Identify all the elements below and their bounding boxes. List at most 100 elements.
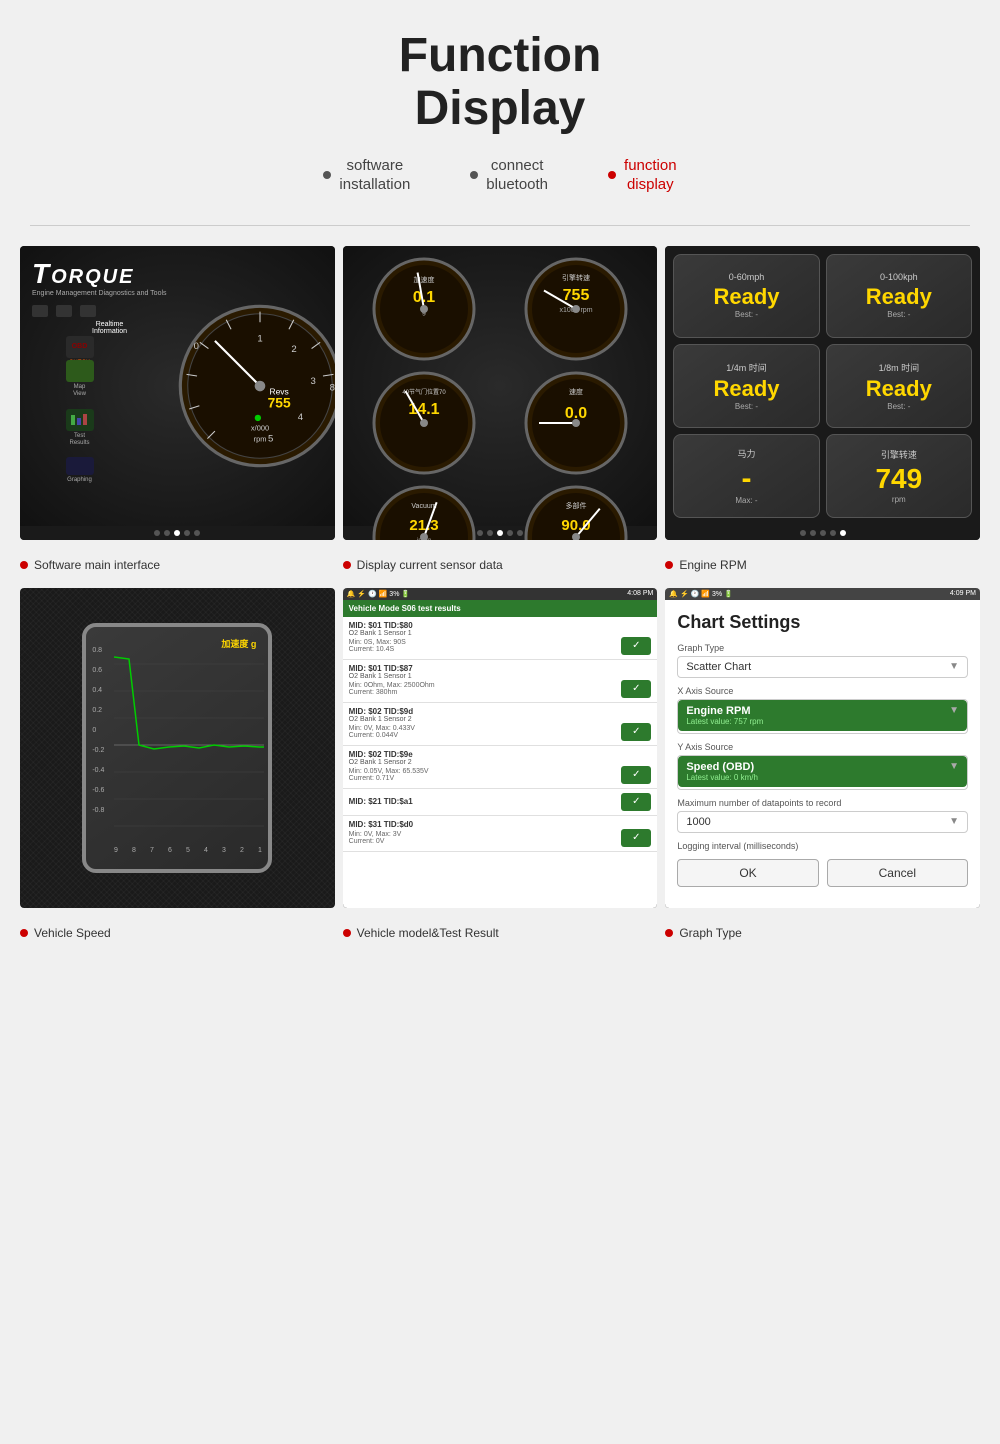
- obd-mid-5: MID: $31 TID:$d0: [349, 820, 652, 829]
- obd-icon: OBD: [66, 336, 94, 358]
- graph-label: Graphing: [67, 477, 92, 484]
- y-axis-label: Y Axis Source: [677, 742, 968, 752]
- max-points-dropdown[interactable]: 1000 ▼: [677, 811, 968, 833]
- label-text-6: Graph Type: [679, 926, 741, 940]
- dot-5: [840, 530, 846, 536]
- bottom-labels-row: Vehicle Speed Vehicle model&Test Result …: [0, 918, 1000, 956]
- obd-mid-1: MID: $01 TID:$87: [349, 664, 652, 673]
- svg-text:4: 4: [297, 412, 303, 423]
- check-btn-1: ✓: [621, 680, 651, 698]
- obd-values-3: Min: 0.05V, Max: 65.535VCurrent: 0.71V: [349, 768, 429, 782]
- ok-button[interactable]: OK: [677, 859, 818, 887]
- dot-3: [174, 530, 180, 536]
- check-btn-2: ✓: [621, 723, 651, 741]
- chart-status-time: 4:09 PM: [950, 590, 976, 598]
- perf-value-1: Ready: [866, 284, 932, 310]
- bottom-screenshots-grid: 加速度 g 0.80.60.40.20-0.2-0.4-0.6-0.8: [0, 588, 1000, 908]
- chart-settings-body: Chart Settings Graph Type Scatter Chart …: [665, 600, 980, 899]
- svg-text:7: 7: [150, 847, 154, 854]
- perf-sub-1: Best: -: [887, 310, 910, 319]
- y-axis-value: Speed (OBD): [686, 761, 754, 773]
- dot-1: [154, 530, 160, 536]
- label-text-4: Vehicle Speed: [34, 926, 111, 940]
- obd-values-0: Min: 0S, Max: 90SCurrent: 10.4S: [349, 639, 406, 653]
- icon-car: [56, 305, 72, 317]
- svg-text:0.1: 0.1: [413, 289, 435, 306]
- obd-item-0: MID: $01 TID:$80 O2 Bank 1 Sensor 1 Min:…: [343, 617, 658, 660]
- obd-sensor-3: O2 Bank 1 Sensor 2: [349, 759, 652, 766]
- step-dot-2: [470, 171, 478, 179]
- torque-logo: Torque: [32, 258, 323, 290]
- svg-text:755: 755: [562, 287, 589, 304]
- obd-mid-3: MID: $02 TID:$9e: [349, 750, 652, 759]
- gauge-grid: 加速度 0.1 g 引擎转速 755 x1000 rpm: [343, 246, 658, 526]
- dot-2: [164, 530, 170, 536]
- obd-sensor-2: O2 Bank 1 Sensor 2: [349, 716, 652, 723]
- chart-settings-title: Chart Settings: [677, 612, 968, 633]
- x-axis-arrow: ▼: [949, 705, 959, 716]
- x-axis-container: Engine RPM ▼ Latest value: 757 rpm: [677, 699, 968, 734]
- chart-header-bar: 🔔 ⚡ 🕐 📶 3% 🔋 4:09 PM: [665, 588, 980, 600]
- graph-type-value: Scatter Chart: [686, 661, 751, 673]
- graph-icon: [66, 457, 94, 475]
- label-graph-type: Graph Type: [665, 926, 980, 940]
- top-labels-row: Software main interface Display current …: [0, 550, 1000, 588]
- big-rpm-gauge: 1 2 3 4 5 Revs 755 x/000 rpm 8: [175, 301, 335, 471]
- svg-text:8: 8: [132, 847, 136, 854]
- gauge-engine-rpm: 引擎转速 755 x1000 rpm: [502, 254, 649, 364]
- dot-4: [830, 530, 836, 536]
- graph-type-dropdown[interactable]: Scatter Chart ▼: [677, 656, 968, 678]
- perf-sub-2: Best: -: [735, 402, 758, 411]
- perf-grid: 0-60mph Ready Best: - 0-100kph Ready Bes…: [665, 246, 980, 526]
- label-text-2: Display current sensor data: [357, 558, 503, 572]
- label-text-1: Software main interface: [34, 558, 160, 572]
- svg-text:9: 9: [114, 847, 118, 854]
- label-dot-5: [343, 929, 351, 937]
- obd-status-bar: 🔔 ⚡ 🕐 📶 3% 🔋 4:08 PM: [343, 588, 658, 600]
- check-btn-4: ✓: [621, 793, 651, 811]
- label-dot-6: [665, 929, 673, 937]
- svg-text:1: 1: [258, 847, 262, 854]
- svg-text:1: 1: [257, 333, 262, 344]
- label-vehicle-model: Vehicle model&Test Result: [343, 926, 658, 940]
- y-axis-arrow: ▼: [949, 761, 959, 772]
- dot-4: [184, 530, 190, 536]
- gauge-speed: 速度 0.0: [502, 368, 649, 478]
- x-axis-sub: Latest value: 757 rpm: [686, 717, 959, 726]
- obd-values-2: Min: 0V, Max: 0.433VCurrent: 0.044V: [349, 725, 415, 739]
- y-axis-dropdown[interactable]: Speed (OBD) ▼ Latest value: 0 km/h: [678, 756, 967, 787]
- step-connect-bluetooth: connectbluetooth: [470, 156, 548, 195]
- step-label-1: softwareinstallation: [339, 156, 410, 195]
- label-dot-2: [343, 561, 351, 569]
- svg-text:6: 6: [168, 847, 172, 854]
- svg-text:引擎转速: 引擎转速: [562, 273, 590, 282]
- cancel-button[interactable]: Cancel: [827, 859, 968, 887]
- svg-text:2: 2: [291, 344, 296, 355]
- x-axis-dropdown[interactable]: Engine RPM ▼ Latest value: 757 rpm: [678, 700, 967, 731]
- svg-text:40节气门位置70: 40节气门位置70: [403, 388, 447, 396]
- graph-type-label: Graph Type: [677, 643, 968, 653]
- page-header: Function Display softwareinstallation co…: [0, 0, 1000, 215]
- max-points-arrow: ▼: [949, 816, 959, 827]
- test-label: TestResults: [70, 433, 90, 447]
- perf-sub-3: Best: -: [887, 402, 910, 411]
- svg-text:755: 755: [267, 394, 290, 410]
- torque-panel: Torque Engine Management Diagnostics and…: [20, 246, 335, 526]
- sidebar-map: MapView: [32, 360, 127, 398]
- svg-text:速度: 速度: [569, 387, 583, 396]
- perf-title-3: 1/8m 时间: [879, 361, 920, 374]
- y-axis-container: Speed (OBD) ▼ Latest value: 0 km/h: [677, 755, 968, 790]
- panel-obd-test: 🔔 ⚡ 🕐 📶 3% 🔋 4:08 PM Vehicle Mode S06 te…: [343, 588, 658, 908]
- steps-row: softwareinstallation connectbluetooth fu…: [20, 156, 980, 195]
- label-engine-rpm: Engine RPM: [665, 558, 980, 572]
- label-vehicle-speed: Vehicle Speed: [20, 926, 335, 940]
- dot-2: [810, 530, 816, 536]
- max-points-value: 1000: [686, 816, 710, 828]
- perf-title-2: 1/4m 时间: [726, 361, 767, 374]
- step-label-3: functiondisplay: [624, 156, 677, 195]
- svg-text:多部件: 多部件: [565, 501, 586, 510]
- sidebar-graph: Graphing: [32, 457, 127, 484]
- obd-item-5: MID: $31 TID:$d0 Min: 0V, Max: 3VCurrent…: [343, 816, 658, 852]
- step-dot-1: [323, 171, 331, 179]
- step-function-display: functiondisplay: [608, 156, 677, 195]
